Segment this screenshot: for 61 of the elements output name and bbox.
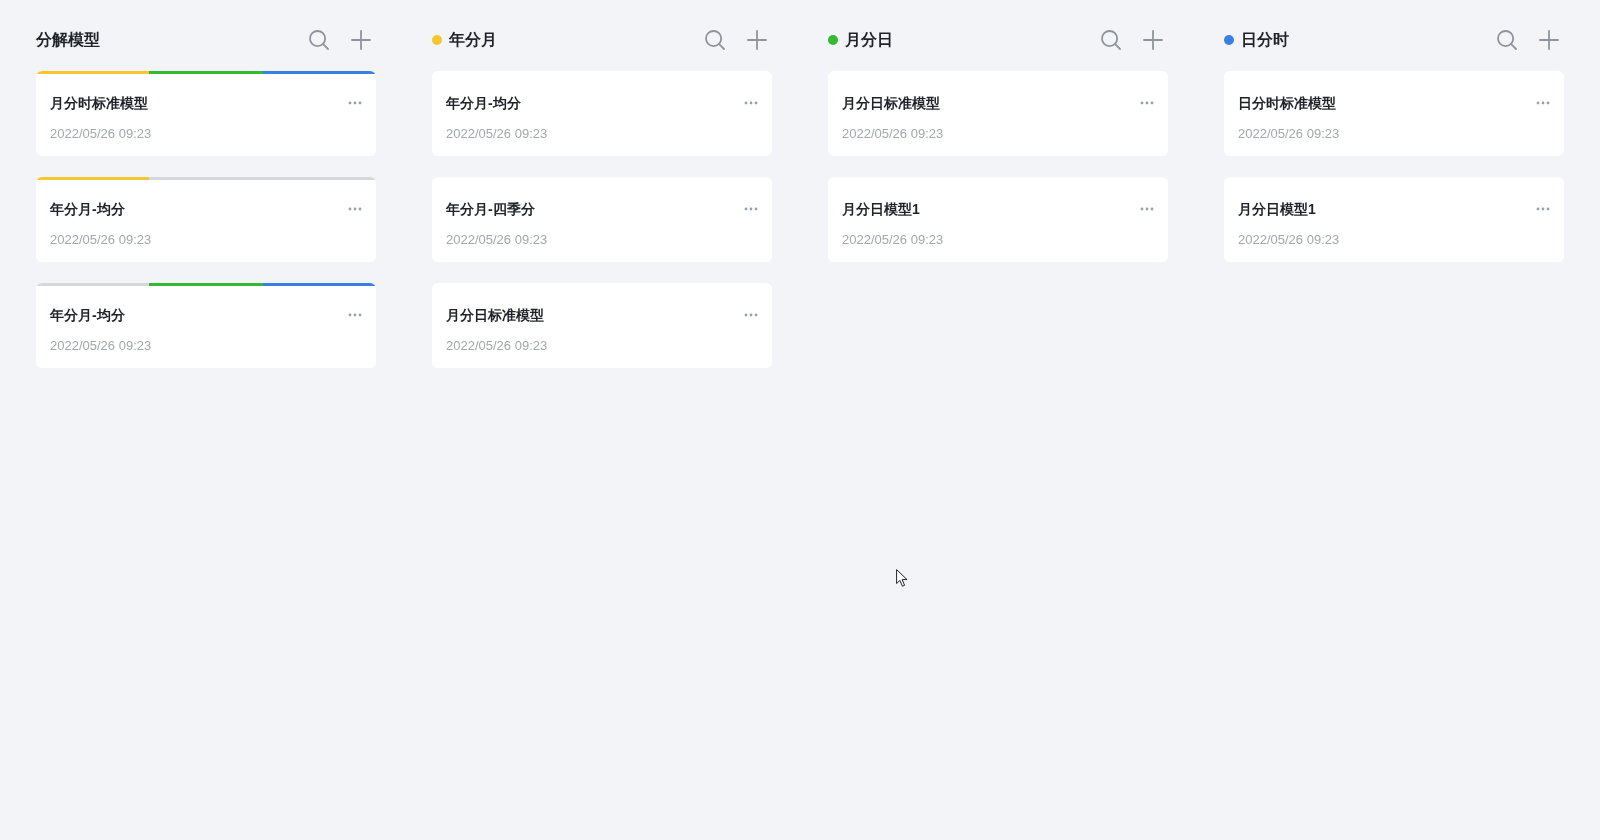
model-card[interactable]: 月分日标准模型 2022/05/26 09:23 xyxy=(432,283,772,368)
card-timestamp: 2022/05/26 09:23 xyxy=(50,337,152,355)
card-title: 月分日模型1 xyxy=(842,200,920,219)
plus-icon xyxy=(747,30,767,50)
card-timestamp: 2022/05/26 09:23 xyxy=(842,125,944,143)
card-title: 月分日标准模型 xyxy=(446,306,544,325)
card-timestamp: 2022/05/26 09:23 xyxy=(50,231,152,249)
more-icon xyxy=(744,313,758,317)
add-button[interactable] xyxy=(351,30,371,50)
search-icon xyxy=(309,30,329,50)
plus-icon xyxy=(1539,30,1559,50)
model-card[interactable]: 月分日模型1 2022/05/26 09:23 xyxy=(828,177,1168,262)
column-title: 月分日 xyxy=(845,30,893,50)
search-button[interactable] xyxy=(1101,30,1121,50)
card-title: 月分时标准模型 xyxy=(50,94,148,113)
card-title: 年分月-均分 xyxy=(50,200,125,219)
model-card[interactable]: 日分时标准模型 2022/05/26 09:23 xyxy=(1224,71,1564,156)
model-card[interactable]: 年分月-均分 2022/05/26 09:23 xyxy=(432,71,772,156)
add-button[interactable] xyxy=(1143,30,1163,50)
more-icon xyxy=(744,207,758,211)
more-icon xyxy=(348,101,362,105)
column-title: 年分月 xyxy=(449,30,497,50)
search-button[interactable] xyxy=(1497,30,1517,50)
card-title: 年分月-均分 xyxy=(446,94,521,113)
card-timestamp: 2022/05/26 09:23 xyxy=(446,337,548,355)
add-button[interactable] xyxy=(747,30,767,50)
card-title: 年分月-四季分 xyxy=(446,200,535,219)
card-timestamp: 2022/05/26 09:23 xyxy=(50,125,152,143)
plus-icon xyxy=(1143,30,1163,50)
more-icon xyxy=(1536,207,1550,211)
card-title: 月分日模型1 xyxy=(1238,200,1316,219)
search-icon xyxy=(1497,30,1517,50)
add-button[interactable] xyxy=(1539,30,1559,50)
model-card[interactable]: 年分月-四季分 2022/05/26 09:23 xyxy=(432,177,772,262)
search-icon xyxy=(705,30,725,50)
more-icon xyxy=(1140,101,1154,105)
card-title: 月分日标准模型 xyxy=(842,94,940,113)
model-card[interactable]: 年分月-均分 2022/05/26 09:23 xyxy=(36,177,376,262)
more-icon xyxy=(1140,207,1154,211)
model-card[interactable]: 年分月-均分 2022/05/26 09:23 xyxy=(36,283,376,368)
model-card[interactable]: 月分日模型1 2022/05/26 09:23 xyxy=(1224,177,1564,262)
model-card[interactable]: 月分日标准模型 2022/05/26 09:23 xyxy=(828,71,1168,156)
card-timestamp: 2022/05/26 09:23 xyxy=(446,125,548,143)
more-icon xyxy=(1536,101,1550,105)
model-card[interactable]: 月分时标准模型 2022/05/26 09:23 xyxy=(36,71,376,156)
more-icon xyxy=(348,313,362,317)
column-title: 分解模型 xyxy=(36,30,100,50)
more-icon xyxy=(348,207,362,211)
card-timestamp: 2022/05/26 09:23 xyxy=(1238,125,1340,143)
search-icon xyxy=(1101,30,1121,50)
column-title: 日分时 xyxy=(1241,30,1289,50)
mouse-pointer-icon xyxy=(896,569,908,587)
search-button[interactable] xyxy=(309,30,329,50)
card-title: 年分月-均分 xyxy=(50,306,125,325)
more-icon xyxy=(744,101,758,105)
plus-icon xyxy=(351,30,371,50)
card-timestamp: 2022/05/26 09:23 xyxy=(446,231,548,249)
card-timestamp: 2022/05/26 09:23 xyxy=(1238,231,1340,249)
search-button[interactable] xyxy=(705,30,725,50)
card-title: 日分时标准模型 xyxy=(1238,94,1336,113)
card-timestamp: 2022/05/26 09:23 xyxy=(842,231,944,249)
